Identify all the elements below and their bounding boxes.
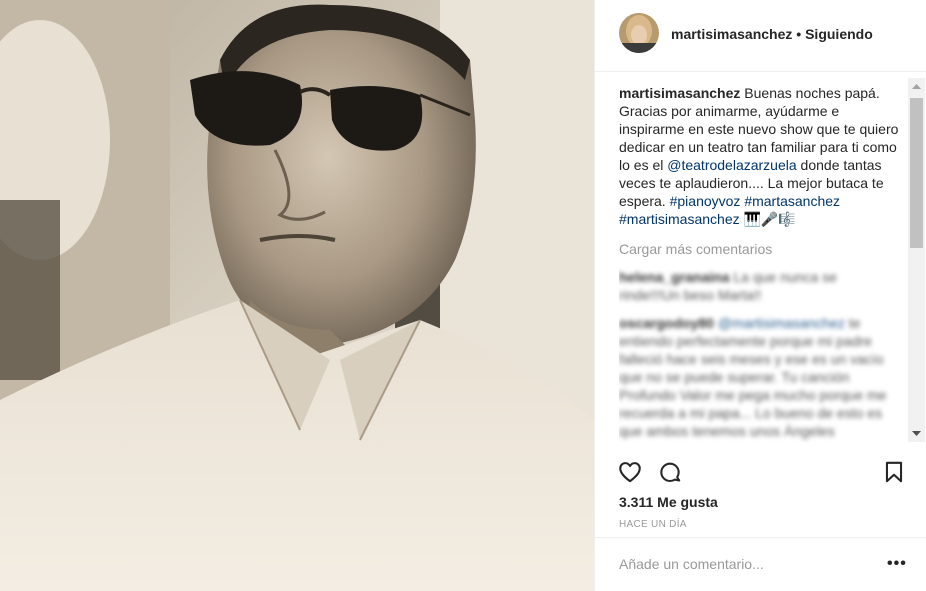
hashtag-pianoyvoz[interactable]: #pianoyvoz [670, 193, 741, 209]
portrait-image [0, 0, 594, 591]
comment-item: oscargodoy80 @martisimasanchez te entien… [619, 314, 901, 440]
caption-mention[interactable]: @teatrodelazarzuela [667, 157, 796, 173]
heart-icon[interactable] [617, 459, 643, 485]
scroll-down-arrow-icon[interactable] [908, 425, 925, 442]
avatar[interactable] [619, 13, 659, 53]
comment-item: helena_granaina La que nunca se rinde!!!… [619, 268, 901, 304]
comment-text: te entiendo perfectamente porque mi padr… [619, 315, 887, 439]
comment-icon[interactable] [657, 459, 683, 485]
bookmark-icon[interactable] [881, 459, 907, 485]
header-separator: • [796, 26, 802, 42]
scroll-thumb[interactable] [910, 98, 923, 248]
header-text: martisimasanchez • Siguiendo [671, 26, 873, 42]
scroll-up-arrow-icon[interactable] [908, 78, 925, 95]
add-comment-section: ••• [595, 537, 926, 591]
add-comment-input[interactable] [619, 556, 859, 572]
caption: martisimasanchez Buenas noches papá. Gra… [619, 84, 901, 228]
comment-username[interactable]: helena_granaina [619, 269, 730, 285]
avatar-image [619, 13, 659, 53]
header-username[interactable]: martisimasanchez [671, 26, 792, 42]
hashtag-martisimasanchez[interactable]: #martisimasanchez [619, 211, 740, 227]
comments-scrollbar[interactable] [908, 78, 925, 442]
caption-username[interactable]: martisimasanchez [619, 85, 740, 101]
post-details-panel: martisimasanchez • Siguiendo martisimasa… [594, 0, 926, 591]
more-options-icon[interactable]: ••• [887, 554, 911, 574]
likes-count[interactable]: 3.311 Me gusta [619, 494, 718, 510]
comment-mention[interactable]: @martisimasanchez [718, 315, 845, 331]
load-more-comments[interactable]: Cargar más comentarios [619, 240, 901, 258]
hashtag-martasanchez[interactable]: #martasanchez [744, 193, 840, 209]
post-header: martisimasanchez • Siguiendo [595, 0, 926, 72]
following-button[interactable]: Siguiendo [805, 26, 873, 42]
comment-username[interactable]: oscargodoy80 [619, 315, 714, 331]
action-bar [595, 457, 926, 487]
caption-emoji: 🎹🎤🎼 [743, 211, 796, 227]
post-photo[interactable] [0, 0, 594, 591]
comments-list[interactable]: martisimasanchez Buenas noches papá. Gra… [619, 84, 901, 444]
post-timestamp[interactable]: HACE UN DÍA [619, 519, 687, 530]
